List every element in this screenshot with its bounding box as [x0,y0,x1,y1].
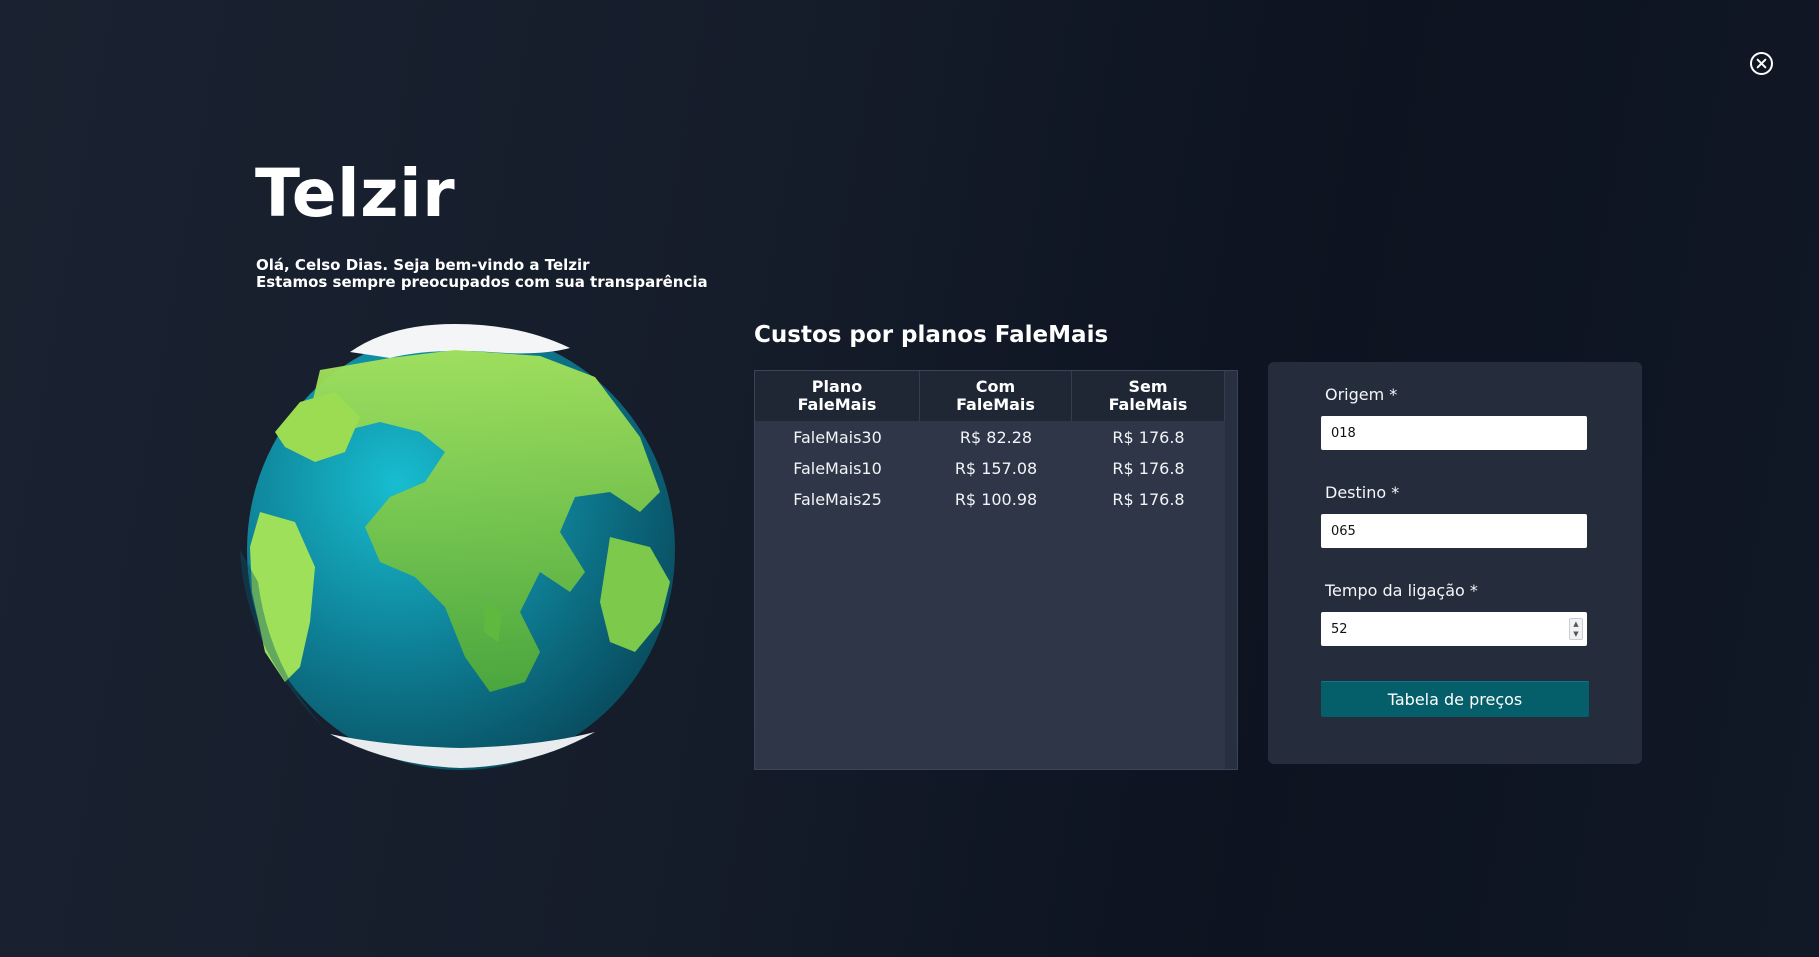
destination-label: Destino * [1325,483,1400,502]
cell-with: R$ 157.08 [954,459,1038,478]
table-header: Plano FaleMais Com FaleMais Sem FaleMais [755,371,1225,421]
origin-input[interactable] [1321,416,1587,450]
header-with-falemais: Com FaleMais [920,371,1072,421]
greeting-line-2: Estamos sempre preocupados com sua trans… [256,273,708,291]
costs-title: Custos por planos FaleMais [754,322,1109,348]
costs-table: Plano FaleMais Com FaleMais Sem FaleMais Fa… [754,370,1238,770]
greeting-line-1: Olá, Celso Dias. Seja bem-vindo a Telzir [256,256,590,274]
cell-with: R$ 100.98 [954,490,1038,509]
cell-without: R$ 176.8 [1112,428,1185,447]
price-table-button[interactable]: Tabela de preços [1321,681,1589,717]
header-without-falemais: Sem FaleMais [1072,371,1225,421]
chevron-down-icon[interactable]: ▼ [1573,630,1578,638]
close-icon [1756,58,1767,69]
table-body: FaleMais30 R$ 82.28 R$ 176.8 FaleMais10 … [755,421,1237,515]
origin-label: Origem * [1325,385,1398,404]
globe-illustration [240,324,675,770]
cell-with: R$ 82.28 [959,428,1033,447]
table-row: FaleMais10 R$ 157.08 R$ 176.8 [755,453,1225,484]
app-title: Telzir [255,155,456,232]
chevron-up-icon[interactable]: ▲ [1573,620,1578,628]
table-scrollbar[interactable] [1225,371,1237,769]
duration-value: 52 [1331,621,1348,637]
cell-without: R$ 176.8 [1112,490,1185,509]
cell-plan: FaleMais30 [793,428,882,447]
duration-label: Tempo da ligação * [1325,581,1478,600]
cell-plan: FaleMais25 [793,490,882,509]
greeting-text: Olá, Celso Dias. Seja bem-vindo a Telzir… [256,257,708,291]
duration-input[interactable]: 52 ▲ ▼ [1321,612,1587,646]
header-plan: Plano FaleMais [755,371,920,421]
table-row: FaleMais25 R$ 100.98 R$ 176.8 [755,484,1225,515]
duration-stepper[interactable]: ▲ ▼ [1569,618,1583,640]
destination-input[interactable] [1321,514,1587,548]
cell-without: R$ 176.8 [1112,459,1185,478]
cell-plan: FaleMais10 [793,459,882,478]
close-button[interactable] [1750,52,1773,75]
call-form: Origem * Destino * Tempo da ligação * 52… [1268,362,1642,764]
table-row: FaleMais30 R$ 82.28 R$ 176.8 [755,422,1225,453]
